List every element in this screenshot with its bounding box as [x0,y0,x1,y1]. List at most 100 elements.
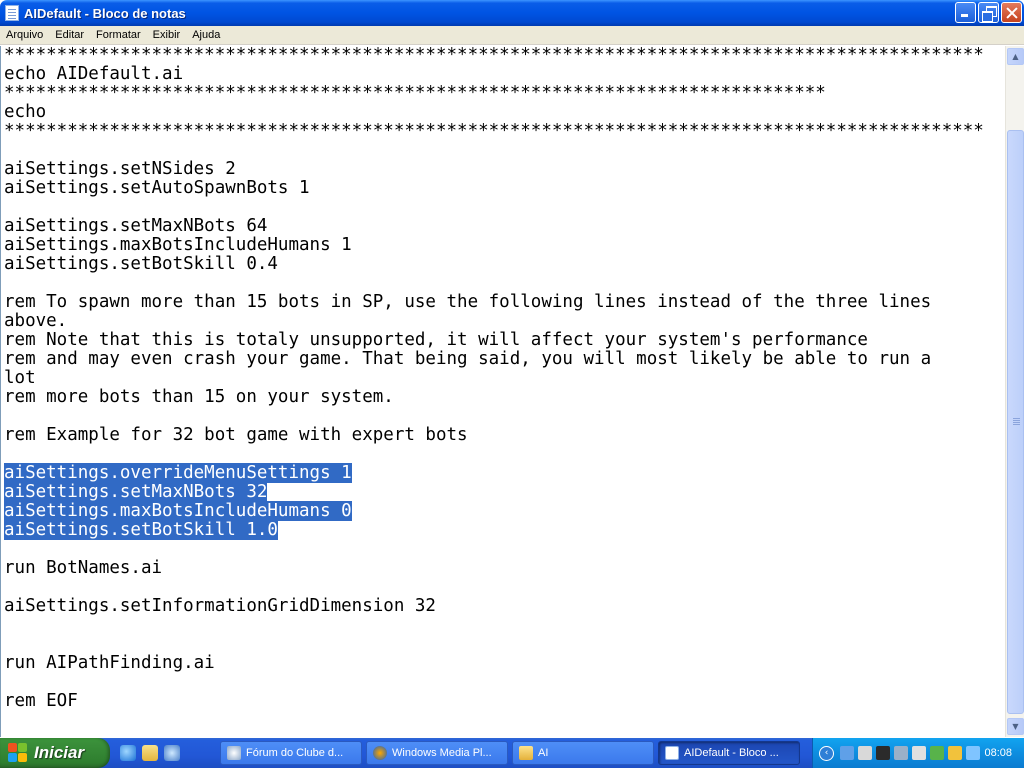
chevron-left-icon[interactable]: ‹ [819,745,834,761]
line-text: echo AIDefault.ai [4,64,184,84]
folder-icon[interactable] [142,745,158,761]
text-line[interactable]: ****************************************… [4,46,1005,65]
close-button[interactable] [1001,2,1022,23]
notepad-icon [5,5,19,21]
line-text: ****************************************… [4,46,984,65]
line-text: rem and may even crash your game. That b… [4,349,932,369]
selected-text: aiSettings.setMaxNBots 32 [4,482,268,502]
text-line[interactable]: aiSettings.setBotSkill 1.0 [4,520,1005,540]
text-line[interactable]: aiSettings.setInformationGridDimension 3… [4,597,1005,616]
menu-arquivo[interactable]: Arquivo [0,26,49,45]
menu-exibir[interactable]: Exibir [147,26,187,45]
line-text: aiSettings.setBotSkill 0.4 [4,254,278,274]
media-player-icon [373,746,387,760]
grip-icon [1013,418,1020,419]
text-line[interactable]: rem more bots than 15 on your system. [4,388,1005,407]
tray-app-icon[interactable] [858,746,872,760]
text-line[interactable] [4,635,1005,654]
text-line[interactable] [4,673,1005,692]
text-line[interactable] [4,274,1005,293]
folder-icon [519,746,533,760]
text-line[interactable] [4,198,1005,217]
start-button[interactable]: Iniciar [0,738,110,768]
text-line[interactable]: aiSettings.maxBotsIncludeHumans 1 [4,236,1005,255]
line-text: rem EOF [4,691,78,711]
window-title: AIDefault - Bloco de notas [24,5,186,21]
taskbar-button-forum[interactable]: Fórum do Clube d... [220,741,362,765]
text-line[interactable] [4,540,1005,559]
media-icon[interactable] [164,745,180,761]
taskbar-button-media-player[interactable]: Windows Media Pl... [366,741,508,765]
line-text: run AIPathFinding.ai [4,653,215,673]
selected-text: aiSettings.setBotSkill 1.0 [4,520,278,540]
line-text: ****************************************… [4,121,984,141]
line-text: aiSettings.setInformationGridDimension 3… [4,596,436,616]
text-line[interactable]: aiSettings.setBotSkill 0.4 [4,255,1005,274]
scroll-down-button[interactable]: ▼ [1007,718,1024,735]
line-text: lot [4,368,36,388]
line-text: rem Example for 32 bot game with expert … [4,425,468,445]
text-line[interactable] [4,578,1005,597]
text-line[interactable] [4,407,1005,426]
vertical-scrollbar[interactable]: ▲ ▼ [1005,46,1024,737]
tray-app-icon[interactable] [894,746,908,760]
system-tray: ‹ 08:08 [812,738,1024,768]
start-label: Iniciar [34,743,85,762]
line-text: echo [4,102,47,122]
title-bar[interactable]: AIDefault - Bloco de notas [0,0,1024,26]
text-line[interactable]: rem Note that this is totaly unsupported… [4,331,1005,350]
menu-bar: Arquivo Editar Formatar Exibir Ajuda [0,26,1024,45]
minimize-button[interactable] [955,2,976,23]
text-line[interactable] [4,616,1005,635]
text-line[interactable] [4,445,1005,464]
taskbar-button-ai-folder[interactable]: AI [512,741,654,765]
text-line[interactable]: rem and may even crash your game. That b… [4,350,1005,369]
text-line[interactable]: echo AIDefault.ai [4,65,1005,84]
steam-icon[interactable] [876,746,890,760]
text-line[interactable]: ****************************************… [4,122,1005,141]
line-text: aiSettings.setNSides 2 [4,159,236,179]
text-line[interactable]: aiSettings.setNSides 2 [4,160,1005,179]
selected-text: aiSettings.maxBotsIncludeHumans 0 [4,501,352,521]
internet-explorer-icon[interactable] [120,745,136,761]
tray-app-icon[interactable] [912,746,926,760]
text-line[interactable]: run BotNames.ai [4,559,1005,578]
scroll-up-button[interactable]: ▲ [1007,48,1024,65]
line-text: ****************************************… [4,83,826,103]
text-line[interactable]: rem EOF [4,692,1005,711]
restore-button[interactable] [978,2,999,23]
text-content[interactable]: ****************************************… [1,46,1005,711]
text-line[interactable]: aiSettings.overrideMenuSettings 1 [4,463,1005,483]
antivirus-icon[interactable] [930,746,944,760]
line-text: above. [4,311,68,331]
line-text: run BotNames.ai [4,558,163,578]
line-text: aiSettings.setAutoSpawnBots 1 [4,178,310,198]
taskbar: Iniciar Fórum do Clube d... Windows Medi… [0,738,1024,768]
line-text: aiSettings.maxBotsIncludeHumans 1 [4,235,352,255]
menu-editar[interactable]: Editar [49,26,90,45]
network-icon[interactable] [840,746,854,760]
volume-icon[interactable] [966,746,980,760]
text-line[interactable]: aiSettings.setMaxNBots 32 [4,482,1005,502]
text-line[interactable]: aiSettings.setMaxNBots 64 [4,217,1005,236]
menu-formatar[interactable]: Formatar [90,26,147,45]
text-line[interactable]: above. [4,312,1005,331]
line-text: aiSettings.setMaxNBots 64 [4,216,268,236]
text-editor[interactable]: ****************************************… [0,46,1005,737]
text-line[interactable]: echo [4,103,1005,122]
selected-text: aiSettings.overrideMenuSettings 1 [4,463,352,483]
taskbar-button-notepad[interactable]: AIDefault - Bloco ... [658,741,800,765]
text-line[interactable]: run AIPathFinding.ai [4,654,1005,673]
browser-icon [227,746,241,760]
menu-ajuda[interactable]: Ajuda [186,26,226,45]
text-line[interactable]: rem Example for 32 bot game with expert … [4,426,1005,445]
text-line[interactable]: rem To spawn more than 15 bots in SP, us… [4,293,1005,312]
text-line[interactable]: aiSettings.maxBotsIncludeHumans 0 [4,501,1005,521]
messenger-icon[interactable] [948,746,962,760]
scrollbar-thumb[interactable] [1007,130,1024,714]
text-line[interactable]: aiSettings.setAutoSpawnBots 1 [4,179,1005,198]
text-line[interactable]: lot [4,369,1005,388]
text-line[interactable]: ****************************************… [4,84,1005,103]
notepad-icon [665,746,679,760]
text-line[interactable] [4,141,1005,160]
